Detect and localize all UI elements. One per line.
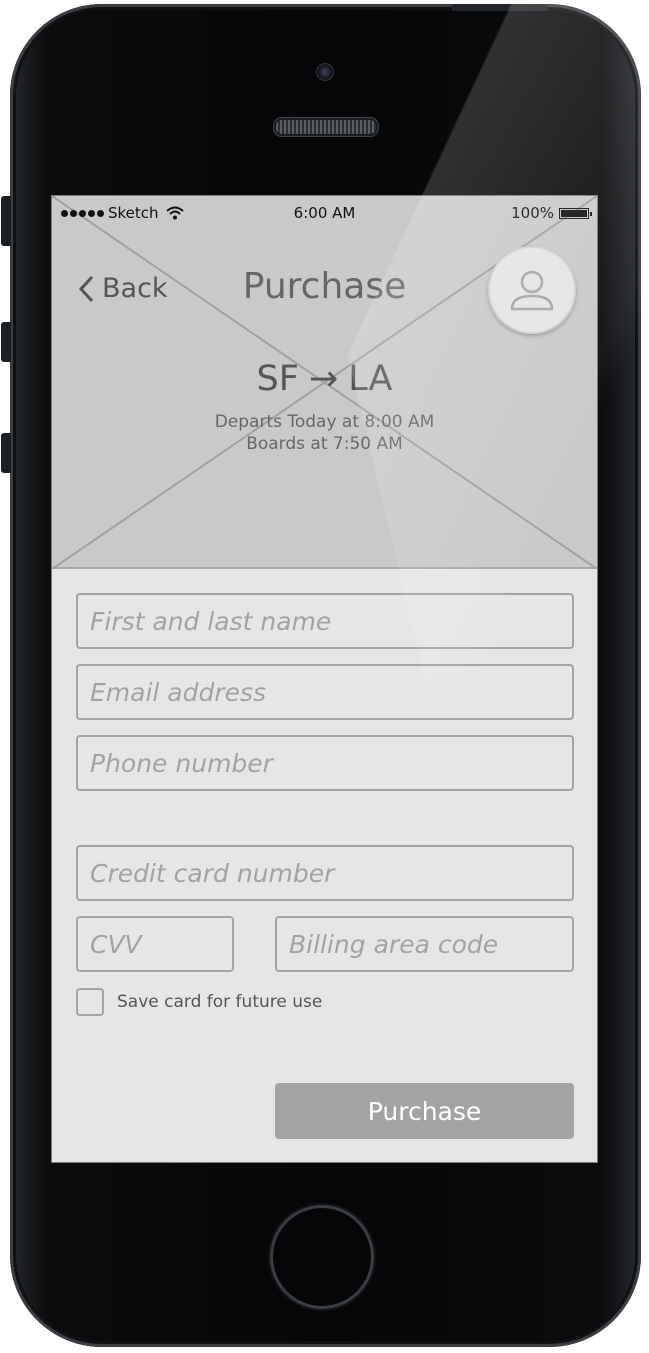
home-button xyxy=(270,1205,374,1309)
departure-time: Departs Today at 8:00 AM xyxy=(214,412,435,432)
status-bar: Sketch 6:00 AM 100% xyxy=(52,196,597,230)
credit-card-field[interactable] xyxy=(76,845,574,901)
earpiece-speaker xyxy=(274,118,378,136)
battery-icon xyxy=(559,207,592,219)
arrow-right-icon: → xyxy=(308,359,339,399)
app-screen: Sketch 6:00 AM 100% Back Purchase SF → L… xyxy=(51,195,598,1163)
hero-image-placeholder: Sketch 6:00 AM 100% Back Purchase SF → L… xyxy=(52,196,597,569)
save-card-label: Save card for future use xyxy=(117,992,323,1012)
cvv-field[interactable] xyxy=(76,916,234,972)
save-card-option[interactable]: Save card for future use xyxy=(76,988,322,1016)
route-heading: SF → LA xyxy=(52,359,597,399)
volume-up-button xyxy=(1,322,11,362)
destination-city: LA xyxy=(348,359,393,399)
front-camera xyxy=(316,63,334,81)
billing-area-code-field[interactable] xyxy=(275,916,574,972)
email-field[interactable] xyxy=(76,664,574,720)
avatar[interactable] xyxy=(488,246,576,334)
battery-percent: 100% xyxy=(511,204,554,222)
volume-down-button xyxy=(1,433,11,473)
phone-field[interactable] xyxy=(76,735,574,791)
mute-switch xyxy=(1,196,11,246)
boarding-time: Boards at 7:50 AM xyxy=(246,434,403,454)
name-field[interactable] xyxy=(76,593,574,649)
user-icon xyxy=(510,270,554,311)
power-button xyxy=(452,4,548,11)
origin-city: SF xyxy=(256,359,299,399)
save-card-checkbox[interactable] xyxy=(76,988,104,1016)
purchase-button[interactable]: Purchase xyxy=(275,1083,574,1139)
